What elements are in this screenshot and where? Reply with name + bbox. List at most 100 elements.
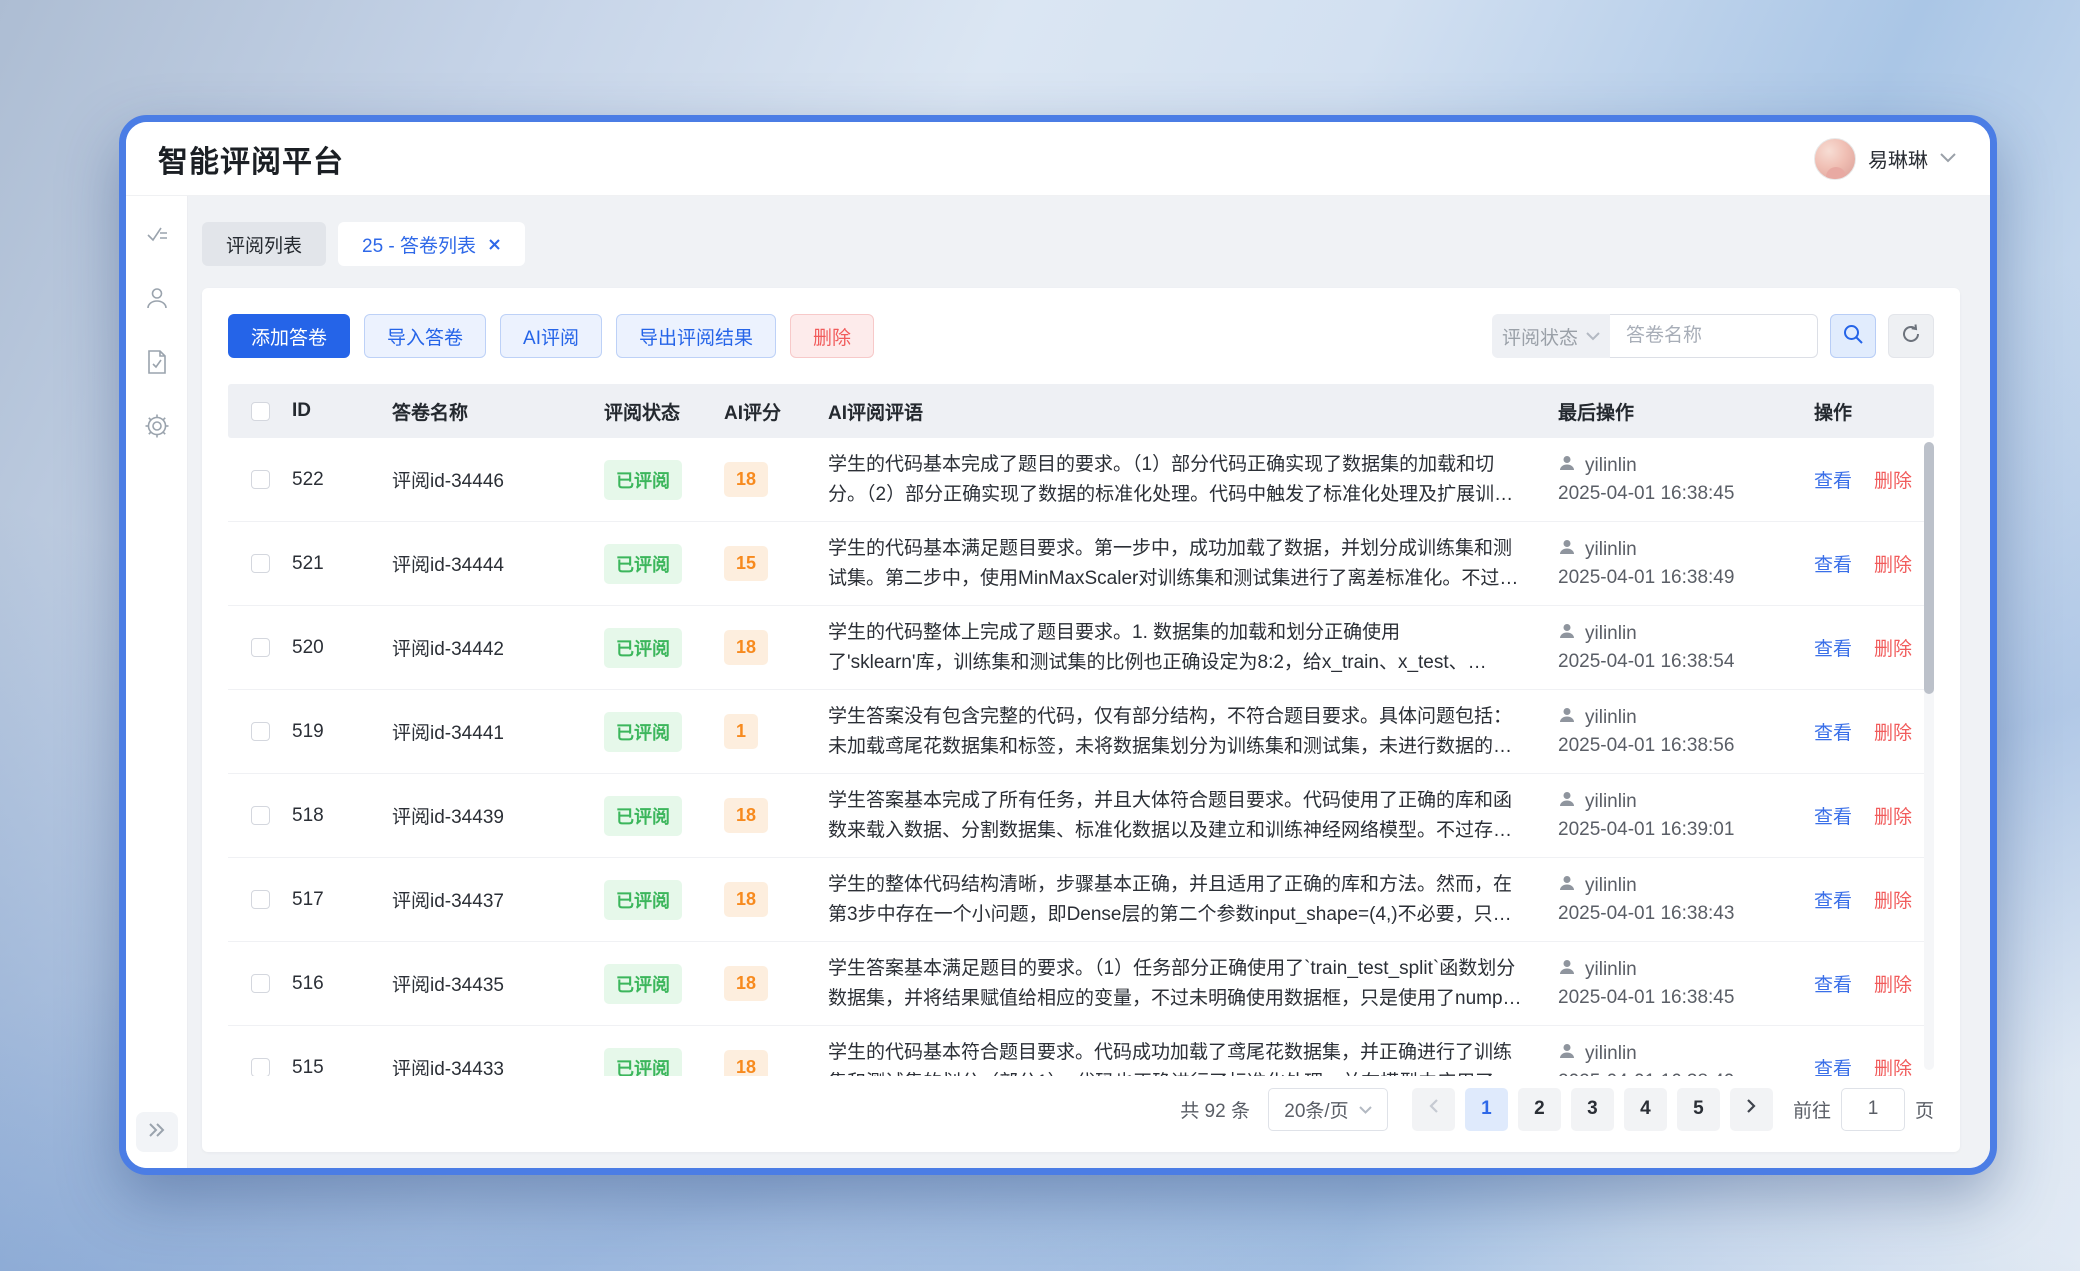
scrollbar-track[interactable] [1924, 442, 1934, 1070]
ai-review-button[interactable]: AI评阅 [500, 314, 602, 358]
page-button-5[interactable]: 5 [1677, 1088, 1720, 1131]
page-button-4[interactable]: 4 [1624, 1088, 1667, 1131]
close-icon[interactable] [488, 238, 501, 251]
page-button-1[interactable]: 1 [1465, 1088, 1508, 1131]
app-title: 智能评阅平台 [158, 137, 344, 181]
status-badge: 已评阅 [604, 1048, 682, 1077]
toolbar: 添加答卷 导入答卷 AI评阅 导出评阅结果 删除 评阅状态 [228, 314, 1934, 358]
delete-link[interactable]: 删除 [1874, 802, 1912, 829]
sidebar-icons [139, 218, 175, 446]
delete-link[interactable]: 删除 [1874, 886, 1912, 913]
row-checkbox[interactable] [251, 806, 270, 825]
search-button[interactable] [1830, 314, 1876, 358]
column-header-action: 操作 [1814, 398, 1934, 425]
table-body: 522 评阅id-34446 已评阅 18 学生的代码基本完成了题目的要求。（1… [228, 438, 1934, 1076]
operator-name: yilinlin [1585, 1043, 1637, 1065]
row-checkbox[interactable] [251, 1058, 270, 1076]
refresh-icon [1900, 323, 1922, 350]
row-timestamp: 2025-04-01 16:38:45 [1558, 987, 1814, 1009]
page-button-2[interactable]: 2 [1518, 1088, 1561, 1131]
delete-link[interactable]: 删除 [1874, 550, 1912, 577]
row-id: 518 [292, 805, 392, 827]
row-checkbox[interactable] [251, 638, 270, 657]
view-link[interactable]: 查看 [1814, 970, 1852, 997]
table: ID 答卷名称 评阅状态 AI评分 AI评阅评语 最后操作 操作 522 评阅i… [228, 384, 1934, 1076]
sidebar-item-documents[interactable] [139, 346, 175, 382]
status-badge: 已评阅 [604, 964, 682, 1004]
table-row: 518 评阅id-34439 已评阅 18 学生答案基本完成了所有任务，并且大体… [228, 774, 1934, 858]
view-link[interactable]: 查看 [1814, 466, 1852, 493]
delete-button[interactable]: 删除 [790, 314, 874, 358]
add-answer-button[interactable]: 添加答卷 [228, 314, 350, 358]
operator-name: yilinlin [1585, 791, 1637, 813]
double-chevron-right-icon [147, 1122, 167, 1143]
tab-answer-sheets[interactable]: 25 - 答卷列表 [338, 222, 525, 266]
chevron-down-icon [1940, 150, 1956, 168]
row-checkbox[interactable] [251, 974, 270, 993]
sidebar-item-users[interactable] [139, 282, 175, 318]
chevron-down-icon [1586, 325, 1600, 347]
sidebar-item-review-list[interactable] [139, 218, 175, 254]
review-status-select[interactable]: 评阅状态 [1492, 314, 1610, 358]
row-checkbox[interactable] [251, 470, 270, 489]
goto-page-input[interactable] [1841, 1088, 1905, 1131]
table-row: 519 评阅id-34441 已评阅 1 学生答案没有包含完整的代码，仅有部分结… [228, 690, 1934, 774]
view-link[interactable]: 查看 [1814, 550, 1852, 577]
score-badge: 18 [724, 1050, 768, 1076]
scrollbar-thumb[interactable] [1924, 442, 1934, 694]
score-badge: 18 [724, 630, 768, 665]
sidebar-expand-button[interactable] [136, 1112, 178, 1152]
filter-area: 评阅状态 [1492, 314, 1934, 358]
chevron-down-icon [1359, 1098, 1372, 1120]
view-link[interactable]: 查看 [1814, 718, 1852, 745]
row-comment: 学生的代码基本满足题目要求。第一步中，成功加载了数据，并划分成训练集和测试集。第… [828, 534, 1524, 594]
refresh-button[interactable] [1888, 314, 1934, 358]
user-icon [1558, 790, 1576, 814]
import-answer-button[interactable]: 导入答卷 [364, 314, 486, 358]
score-badge: 18 [724, 966, 768, 1001]
page-size-select[interactable]: 20条/页 [1268, 1088, 1388, 1131]
answer-name-input[interactable] [1610, 314, 1818, 358]
row-comment: 学生的代码基本符合题目要求。代码成功加载了鸢尾花数据集，并正确进行了训练集和测试… [828, 1038, 1524, 1077]
page-button-3[interactable]: 3 [1571, 1088, 1614, 1131]
table-row: 515 评阅id-34433 已评阅 18 学生的代码基本符合题目要求。代码成功… [228, 1026, 1934, 1076]
prev-page-button[interactable] [1412, 1088, 1455, 1131]
table-row: 520 评阅id-34442 已评阅 18 学生的代码整体上完成了题目要求。1.… [228, 606, 1934, 690]
view-link[interactable]: 查看 [1814, 886, 1852, 913]
select-all-checkbox[interactable] [251, 402, 270, 421]
delete-link[interactable]: 删除 [1874, 970, 1912, 997]
row-checkbox[interactable] [251, 890, 270, 909]
column-header-comment: AI评阅评语 [828, 398, 1558, 425]
user-menu[interactable]: 易琳琳 [1814, 138, 1956, 180]
delete-link[interactable]: 删除 [1874, 1054, 1912, 1076]
row-checkbox[interactable] [251, 722, 270, 741]
row-operator: yilinlin [1558, 454, 1814, 478]
score-badge: 18 [724, 882, 768, 917]
avatar[interactable] [1814, 138, 1856, 180]
next-page-button[interactable] [1730, 1088, 1773, 1131]
operator-name: yilinlin [1585, 455, 1637, 477]
tab-review-list[interactable]: 评阅列表 [202, 222, 326, 266]
row-id: 516 [292, 973, 392, 995]
row-checkbox[interactable] [251, 554, 270, 573]
user-icon [1558, 622, 1576, 646]
view-link[interactable]: 查看 [1814, 802, 1852, 829]
goto-label: 前往 [1793, 1096, 1831, 1123]
row-name: 评阅id-34437 [392, 886, 604, 913]
table-row: 521 评阅id-34444 已评阅 15 学生的代码基本满足题目要求。第一步中… [228, 522, 1934, 606]
main-content: 评阅列表 25 - 答卷列表 添加答卷 导入答卷 AI [188, 196, 1990, 1168]
settings-icon [143, 412, 171, 445]
operator-name: yilinlin [1585, 623, 1637, 645]
sidebar-item-settings[interactable] [139, 410, 175, 446]
status-select-placeholder: 评阅状态 [1502, 323, 1578, 350]
row-id: 515 [292, 1057, 392, 1077]
view-link[interactable]: 查看 [1814, 1054, 1852, 1076]
table-row: 517 评阅id-34437 已评阅 18 学生的整体代码结构清晰，步骤基本正确… [228, 858, 1934, 942]
delete-link[interactable]: 删除 [1874, 718, 1912, 745]
view-link[interactable]: 查看 [1814, 634, 1852, 661]
score-badge: 15 [724, 546, 768, 581]
sidebar [126, 196, 188, 1168]
export-results-button[interactable]: 导出评阅结果 [616, 314, 776, 358]
delete-link[interactable]: 删除 [1874, 634, 1912, 661]
delete-link[interactable]: 删除 [1874, 466, 1912, 493]
